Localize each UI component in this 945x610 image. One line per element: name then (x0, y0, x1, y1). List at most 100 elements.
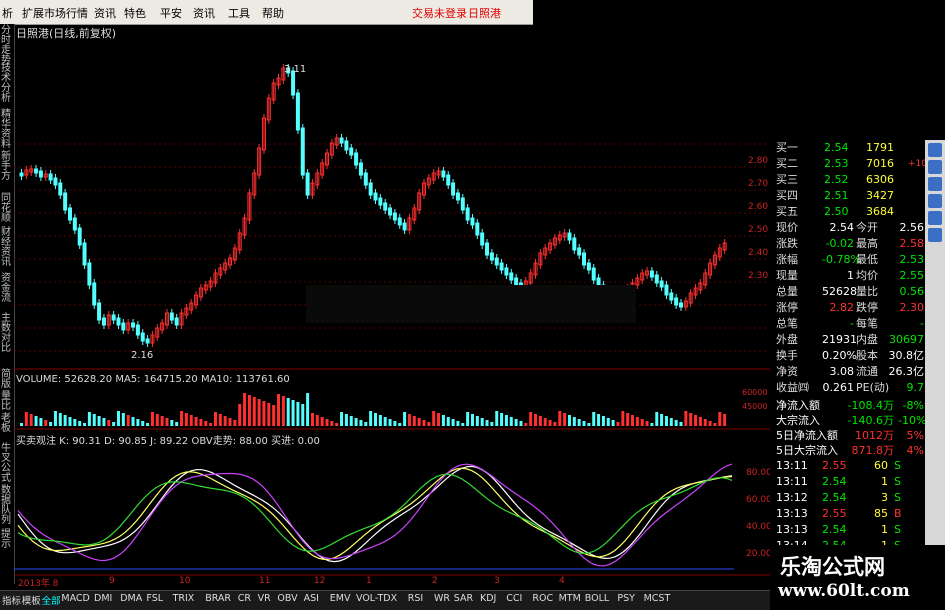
rsi-icon[interactable] (928, 143, 942, 157)
volume-bar (417, 418, 421, 426)
tab-finance-news[interactable]: 财经资讯 (1, 228, 13, 268)
bid-row[interactable]: 买三 2.52 6306 (774, 172, 924, 188)
tab-formula[interactable]: 牛叉公式 (1, 444, 13, 484)
volume-bar (592, 412, 596, 426)
indicator-line (17, 465, 733, 563)
bid-label: 买三 (776, 173, 798, 186)
volume-bar (383, 417, 387, 426)
menu-item-tools[interactable]: 工具 (228, 5, 250, 21)
bid-price: 2.51 (824, 189, 849, 202)
volume-bar (204, 421, 208, 426)
tab-tips[interactable]: 提示 (1, 530, 13, 554)
menu-item-analysis[interactable]: 析 (2, 5, 13, 21)
indicator-tab[interactable]: OBV (277, 593, 297, 604)
indicator-tab[interactable]: VR (258, 593, 271, 604)
indicator-tab[interactable]: BRAR (205, 593, 231, 604)
flow-value: -140.6万 (847, 414, 894, 427)
tick-row: 13:13 2.55 85 B (774, 506, 924, 522)
tick-price: 2.54 (822, 523, 847, 536)
left-tab-bar: 分时走势 技术分析 精华资料 新手方 同花顺 财经资讯 资金流 主数对比 简版 … (0, 24, 15, 584)
menu-item-info[interactable]: 资讯 (94, 5, 116, 21)
tab-intraday[interactable]: 分时走势 (1, 26, 13, 66)
minus-icon[interactable] (928, 194, 942, 208)
indicator-tab[interactable]: DMI (94, 593, 112, 604)
indicator-tab[interactable]: DMA (120, 593, 142, 604)
indicator-tab[interactable]: WR (434, 593, 450, 604)
login-status[interactable]: 交易未登录 (412, 5, 467, 21)
right-toolbar (925, 140, 945, 580)
stat-value: 30.8亿 (888, 349, 925, 362)
bid-row[interactable]: 买二 2.53 7016 +10 (774, 156, 927, 172)
indicator-tab[interactable]: SAR (454, 593, 473, 604)
m-icon[interactable] (928, 160, 942, 174)
price-tick: 2.80 (748, 156, 769, 166)
stat-value: 21931 (822, 333, 857, 346)
volume-bar (548, 420, 552, 426)
candle-body (402, 222, 407, 231)
candle-body (514, 277, 519, 286)
indicator-tab[interactable]: EMV (330, 593, 351, 604)
menu-item-news[interactable]: 资讯 (193, 5, 215, 21)
bid-row[interactable]: 买五 2.50 3684 (774, 204, 924, 220)
stat-label: 今开 (856, 221, 878, 234)
indicator-tab[interactable]: FSL (146, 593, 163, 604)
indicator-tab[interactable]: CCI (506, 593, 522, 604)
tab-capital-flow[interactable]: 资金流 (1, 274, 13, 306)
volume-bar (567, 415, 571, 426)
stat-row: 涨幅 -0.78% 最低 2.53 (774, 252, 924, 268)
volume-bar (252, 397, 256, 426)
bid-row[interactable]: 买四 2.51 3427 (774, 188, 924, 204)
indicator-tab[interactable]: 模板 (22, 593, 41, 607)
indicator-tab[interactable]: KDJ (480, 593, 496, 604)
candle-body (480, 232, 485, 246)
tab-simple[interactable]: 简版 (1, 370, 13, 390)
plus-icon[interactable] (928, 177, 942, 191)
indicator-tab[interactable]: VOL-TDX (356, 593, 397, 604)
volume-bar (500, 413, 504, 426)
flow-row: 5日净流入额 1012万 5% (774, 428, 924, 444)
menu-item-pingan[interactable]: 平安 (160, 5, 182, 21)
tab-boss[interactable]: 老板 (1, 414, 13, 434)
volume-bar (223, 416, 227, 426)
indicator-tab[interactable]: 全部 (42, 593, 61, 607)
indicator-tab[interactable]: MTM (559, 593, 581, 604)
tab-newbie[interactable]: 新手方 (1, 152, 13, 192)
indicator-tab[interactable]: 指标 (2, 593, 21, 607)
indicator-tab[interactable]: MACD (61, 593, 89, 604)
settings-icon[interactable] (928, 228, 942, 242)
kdj-lines (17, 463, 733, 567)
candle-body (441, 170, 446, 178)
indicator-tab[interactable]: ROC (532, 593, 553, 604)
date-tick: 1 (366, 576, 372, 586)
volume-bar (563, 413, 567, 426)
tab-volume-ratio[interactable]: 量比 (1, 392, 13, 412)
stat-row: 总笔 - 每笔 - (774, 316, 924, 332)
indicator-tab[interactable]: TRIX (173, 593, 195, 604)
tab-compare[interactable]: 主数对比 (1, 314, 13, 356)
menu-item-features[interactable]: 特色 (124, 5, 146, 21)
indicator-tab[interactable]: PSY (617, 593, 635, 604)
volume-bar (470, 414, 474, 426)
quote-panel: 买一 2.54 1791 买二 2.53 7016 +10 买三 2.52 630… (770, 140, 927, 580)
stat-label: 净资 (776, 365, 798, 378)
menu-item-ext-market[interactable]: 扩展市场行情 (22, 5, 88, 21)
indicator-tab[interactable]: BOLL (585, 593, 609, 604)
volume-bar (213, 412, 217, 426)
tab-essence[interactable]: 精华资料 (1, 110, 13, 150)
volume-bar (78, 421, 82, 426)
indicator-tab[interactable]: RSI (408, 593, 423, 604)
flow-pct: 4% (906, 444, 924, 457)
volume-bar (723, 414, 727, 426)
tab-technical[interactable]: 技术分析 (1, 64, 13, 108)
tab-data-queue[interactable]: 数据队列 (1, 486, 13, 526)
volume-bar (708, 421, 712, 426)
chart-icon[interactable] (928, 211, 942, 225)
volume-bar (150, 412, 154, 426)
candle-body (446, 174, 451, 186)
tab-ths[interactable]: 同花顺 (1, 194, 13, 226)
indicator-tab[interactable]: MCST (644, 593, 671, 604)
indicator-tab[interactable]: CR (238, 593, 251, 604)
indicator-tab[interactable]: ASI (304, 593, 319, 604)
bid-row[interactable]: 买一 2.54 1791 (774, 140, 924, 156)
menu-item-help[interactable]: 帮助 (262, 5, 284, 21)
